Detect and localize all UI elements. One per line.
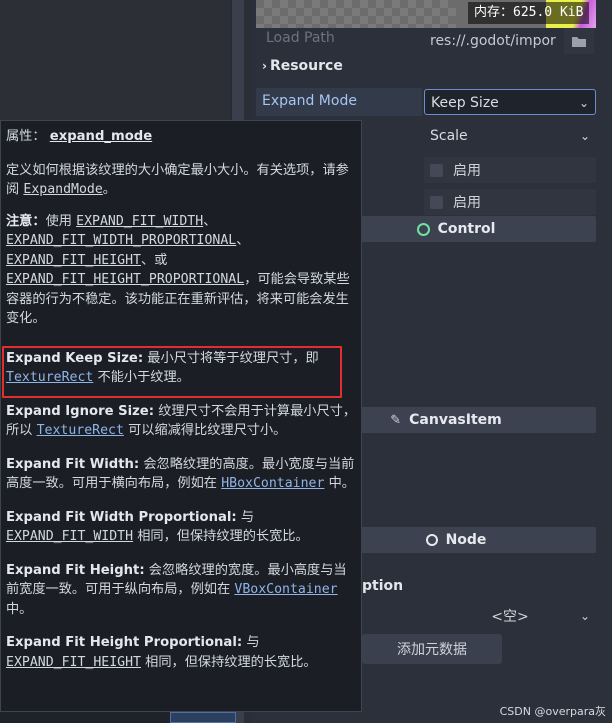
chevron-down-icon: ⌄ bbox=[579, 129, 590, 143]
metadata-dropdown[interactable]: <空> ⌄ bbox=[424, 604, 596, 628]
flip-v-checkbox[interactable]: 启用 bbox=[424, 189, 596, 215]
flip-h-checkbox[interactable]: 启用 bbox=[424, 157, 596, 183]
fit-width-title: Expand Fit Width: bbox=[6, 456, 140, 472]
metadata-section-label: ption bbox=[362, 578, 404, 594]
fit-height-proportional-entry: Expand Fit Height Proportional: 与 EXPAND… bbox=[6, 633, 357, 672]
fit-height-prop-title: Expand Fit Height Proportional: bbox=[6, 635, 243, 650]
category-control-label: Control bbox=[437, 221, 496, 237]
note-use: 使用 bbox=[45, 213, 77, 229]
texturerect-link[interactable]: TextureRect bbox=[37, 423, 124, 438]
note-sep: 、或 bbox=[140, 252, 168, 268]
chevron-right-icon: › bbox=[262, 59, 267, 73]
fit-height-prop-text: 与 bbox=[242, 635, 260, 650]
code-expand-fit-width: EXPAND_FIT_WIDTH bbox=[76, 213, 204, 229]
metadata-value: <空> bbox=[491, 609, 529, 625]
fit-width-prop-text-end: 相同，但保持纹理的长宽比。 bbox=[133, 529, 309, 544]
control-node-icon bbox=[416, 222, 430, 236]
folder-button[interactable] bbox=[564, 28, 594, 54]
ignore-size-entry: Expand Ignore Size: 纹理尺寸不会用于计算最小尺寸，所以 Te… bbox=[6, 402, 357, 441]
expand-mode-link[interactable]: ExpandMode bbox=[23, 182, 102, 197]
fit-height-entry: Expand Fit Height: 会忽略纹理的宽度。最小高度与当前宽度一致。… bbox=[6, 561, 357, 620]
hboxcontainer-link[interactable]: HBoxContainer bbox=[221, 476, 324, 491]
checkbox-box bbox=[430, 195, 443, 209]
fit-width-text-end: 中。 bbox=[324, 476, 355, 491]
folder-icon bbox=[572, 37, 586, 47]
fit-height-prop-text-end: 相同，但保持纹理的长宽比。 bbox=[140, 654, 317, 670]
code-expand-fit-width-proportional: EXPAND_FIT_WIDTH_PROPORTIONAL bbox=[6, 233, 237, 248]
load-path-field[interactable]: res://.godot/impor bbox=[424, 28, 564, 54]
tooltip-description: 定义如何根据该纹理的大小确定最小大小。有关选项，请参阅 ExpandMode。 bbox=[6, 161, 357, 200]
property-tooltip: 属性： expand_mode 定义如何根据该纹理的大小确定最小大小。有关选项，… bbox=[0, 120, 362, 712]
chevron-down-icon: ⌄ bbox=[578, 96, 589, 110]
code-expand-fit-width: EXPAND_FIT_WIDTH bbox=[6, 529, 134, 544]
category-node-label: Node bbox=[445, 532, 487, 548]
vboxcontainer-link[interactable]: VBoxContainer bbox=[234, 582, 337, 597]
desc-end: 。 bbox=[102, 182, 116, 197]
stretch-mode-dropdown[interactable]: Scale ⌄ bbox=[424, 123, 596, 149]
chevron-down-icon: ⌄ bbox=[579, 609, 590, 623]
fit-width-prop-title: Expand Fit Width Proportional: bbox=[6, 509, 237, 525]
load-path-label: Load Path bbox=[266, 30, 335, 46]
ignore-size-text-end: 可以缩减得比纹理尺寸小。 bbox=[123, 423, 287, 438]
add-metadata-button[interactable]: 添加元数据 bbox=[362, 634, 502, 664]
property-name: expand_mode bbox=[49, 129, 153, 144]
pencil-icon: ✎ bbox=[390, 412, 402, 428]
fit-height-title: Expand Fit Height: bbox=[6, 562, 145, 578]
fit-width-entry: Expand Fit Width: 会忽略纹理的高度。最小宽度与当前高度一致。可… bbox=[6, 455, 357, 494]
checkbox-box bbox=[430, 163, 443, 177]
code-expand-fit-height: EXPAND_FIT_HEIGHT bbox=[6, 654, 141, 670]
property-prefix: 属性： bbox=[6, 129, 46, 144]
transparency-checker bbox=[256, 0, 456, 28]
expand-mode-dropdown[interactable]: Keep Size ⌄ bbox=[424, 89, 596, 115]
note-sep: 、 bbox=[236, 233, 250, 248]
note-sep: 、 bbox=[203, 213, 217, 229]
bottom-tab[interactable] bbox=[170, 712, 236, 723]
tooltip-note: 注意：使用 EXPAND_FIT_WIDTH、 EXPAND_FIT_WIDTH… bbox=[6, 212, 357, 329]
tooltip-header: 属性： expand_mode bbox=[6, 127, 357, 147]
resource-section[interactable]: › Resource bbox=[262, 58, 343, 74]
fit-height-text-end: 中。 bbox=[6, 601, 33, 617]
code-expand-fit-height: EXPAND_FIT_HEIGHT bbox=[6, 252, 141, 268]
fit-width-proportional-entry: Expand Fit Width Proportional: 与 EXPAND_… bbox=[6, 508, 357, 547]
ignore-size-title: Expand Ignore Size: bbox=[6, 403, 155, 419]
highlight-box bbox=[2, 346, 342, 398]
flip-h-checkbox-label: 启用 bbox=[453, 163, 481, 179]
category-canvas-item-label: CanvasItem bbox=[409, 412, 502, 428]
viewport-top-area bbox=[0, 0, 230, 120]
expand-mode-value: Keep Size bbox=[431, 95, 499, 111]
add-metadata-label: 添加元数据 bbox=[397, 642, 467, 658]
stretch-mode-value: Scale bbox=[430, 128, 468, 144]
expand-mode-label: Expand Mode bbox=[262, 93, 357, 109]
code-expand-fit-height-proportional: EXPAND_FIT_HEIGHT_PROPORTIONAL bbox=[6, 272, 245, 287]
flip-v-checkbox-label: 启用 bbox=[453, 195, 481, 211]
node-icon bbox=[425, 534, 438, 546]
resource-section-label: Resource bbox=[269, 58, 343, 74]
watermark: CSDN @overpara灰 bbox=[499, 705, 606, 718]
memory-label: 内存：625.0 KiB bbox=[468, 2, 590, 24]
fit-width-prop-text: 与 bbox=[236, 509, 255, 525]
note-label: 注意： bbox=[6, 213, 46, 229]
